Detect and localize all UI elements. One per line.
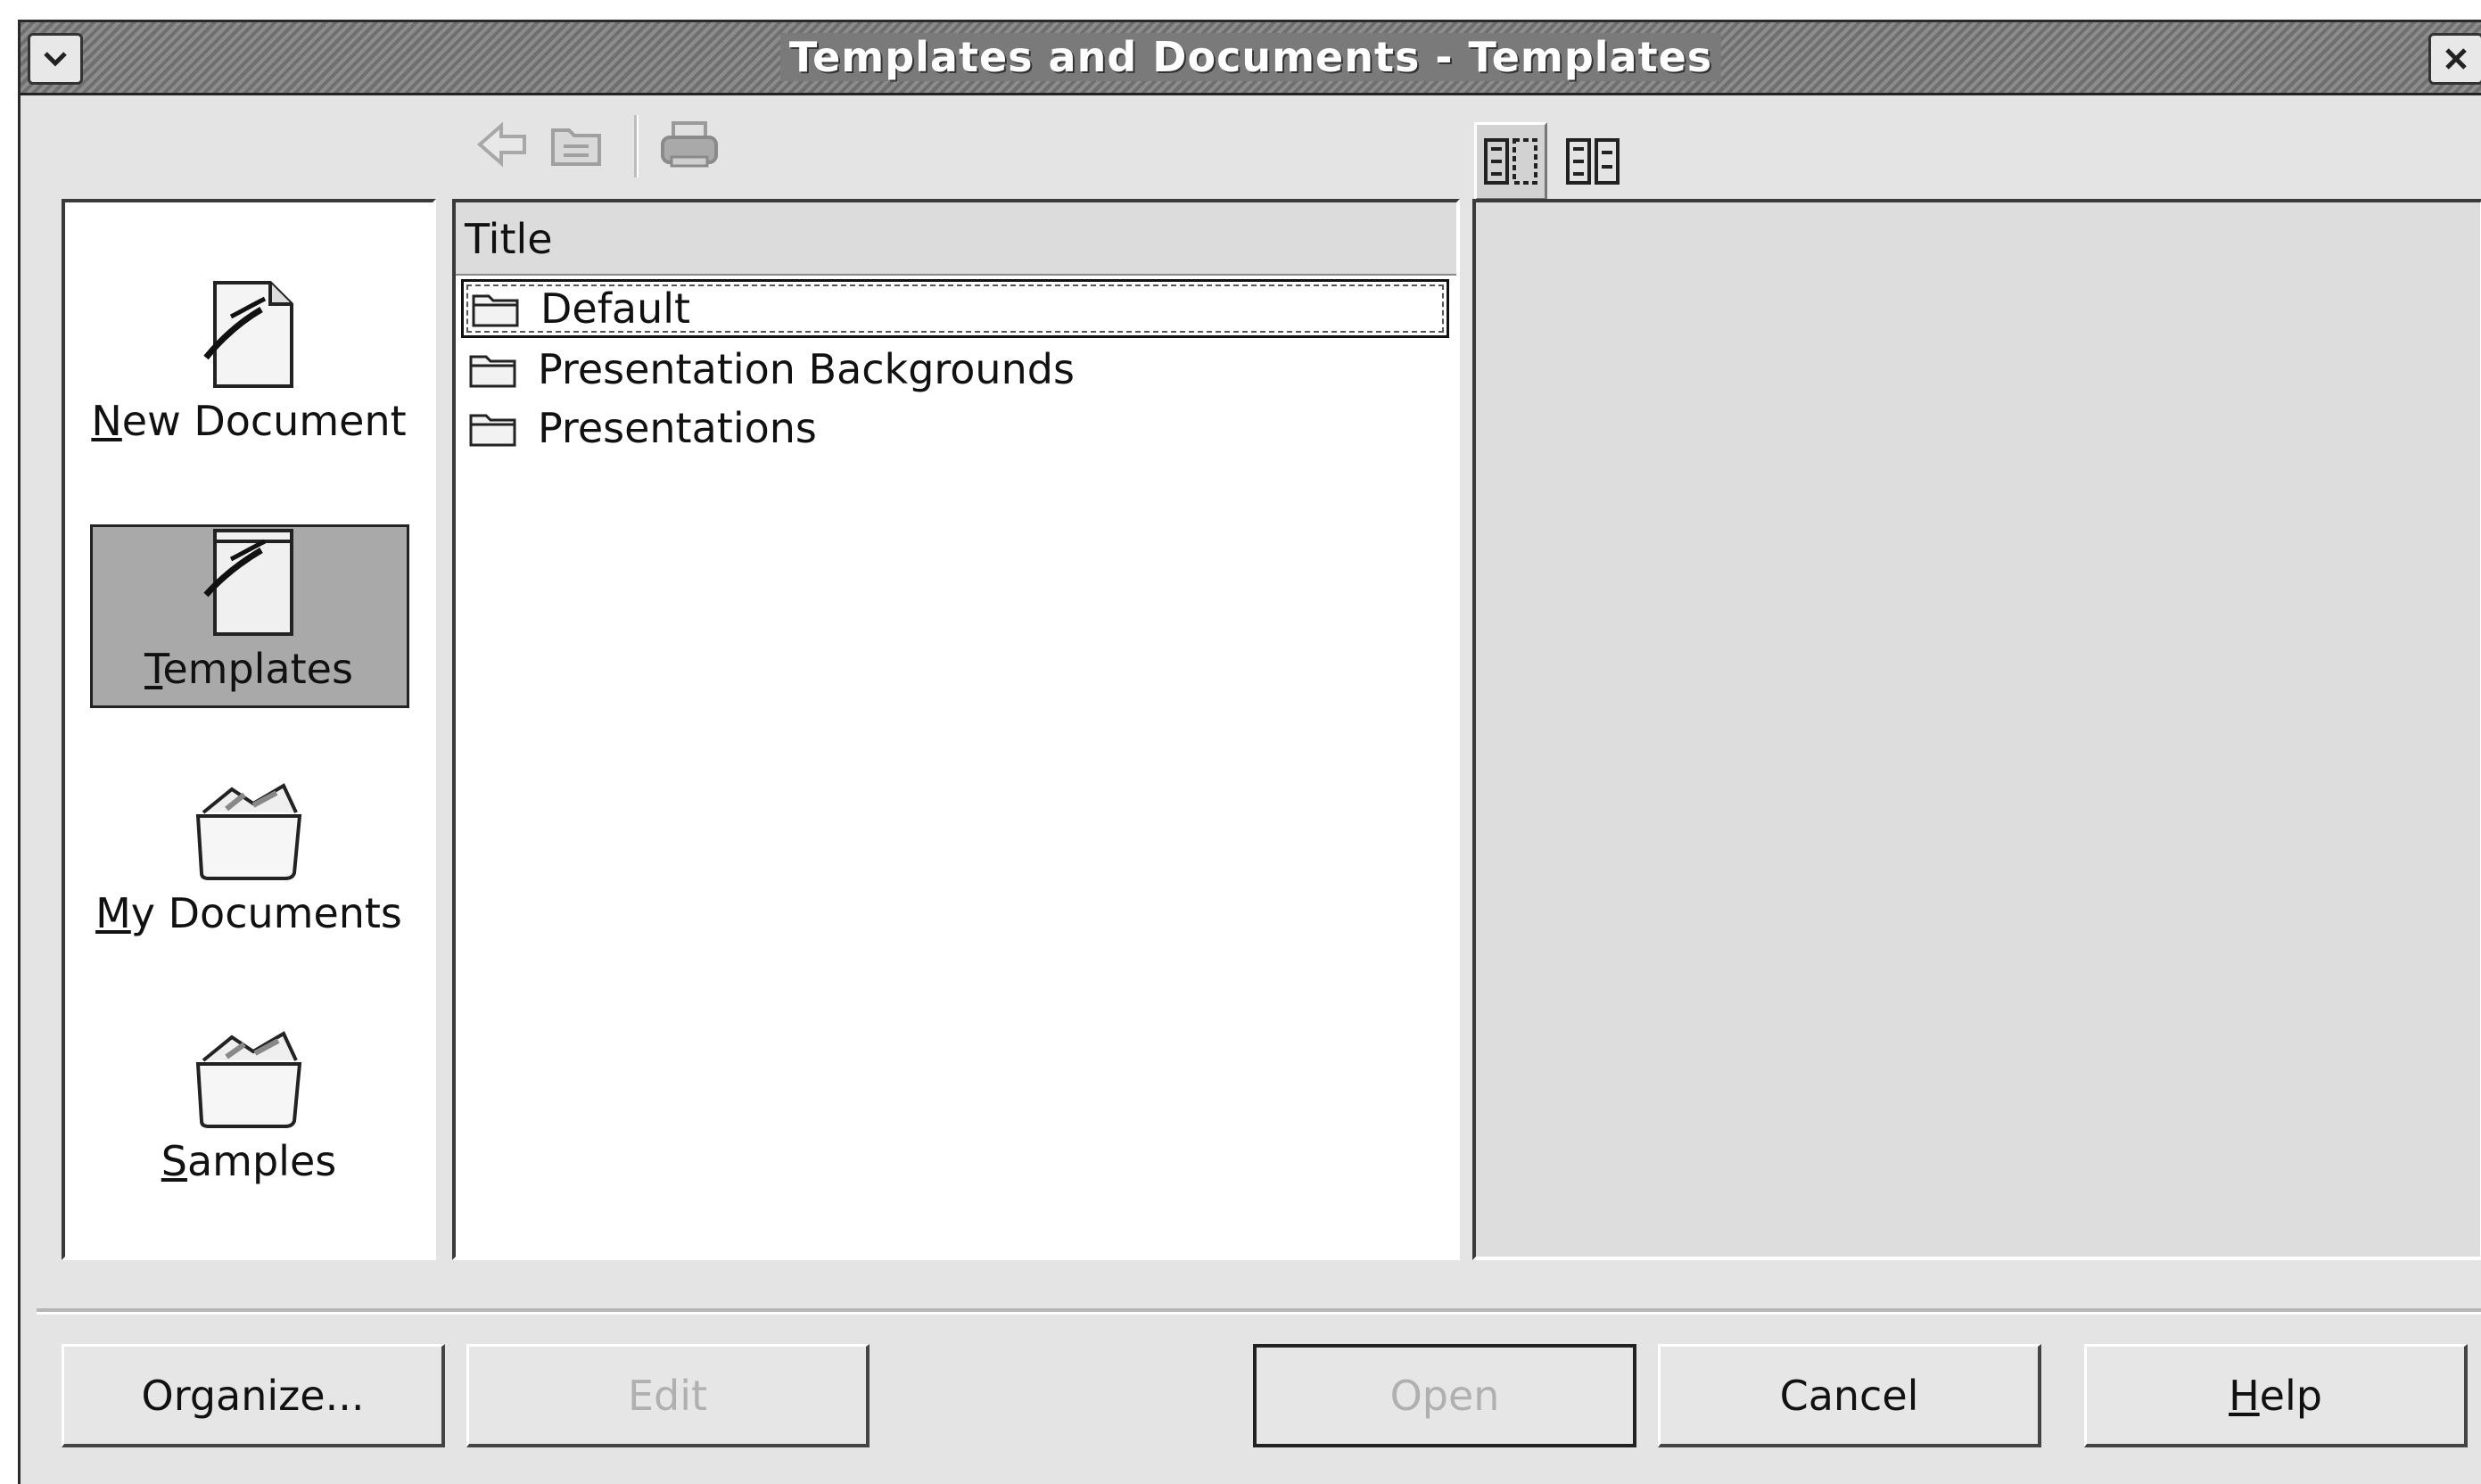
nav-item-label: Templates <box>144 645 353 693</box>
category-nav: New Document Templates My Documents Samp… <box>62 199 436 1260</box>
nav-item-samples[interactable]: Samples <box>65 1021 433 1185</box>
nav-item-templates[interactable]: Templates <box>65 524 433 693</box>
print-button[interactable] <box>655 117 723 172</box>
document-preview-icon <box>1484 138 1537 185</box>
nav-item-new-document[interactable]: New Document <box>65 276 433 445</box>
preview-pane <box>1472 199 2481 1260</box>
help-label: H <box>2229 1371 2260 1420</box>
view-document-properties-button[interactable] <box>1556 122 1629 201</box>
toolbar-separator <box>634 115 639 177</box>
cancel-button[interactable]: Cancel <box>1658 1344 2041 1447</box>
close-icon <box>2445 48 2467 70</box>
print-icon <box>661 121 718 168</box>
help-button[interactable]: Help <box>2084 1344 2468 1447</box>
list-item[interactable]: Default <box>461 279 1449 338</box>
list-item-label: Presentation Backgrounds <box>538 345 1075 393</box>
document-properties-icon <box>1566 138 1620 185</box>
dialog-window: Templates and Documents - Templates New … <box>18 20 2481 1484</box>
nav-item-label: My Documents <box>95 889 402 937</box>
up-one-level-button[interactable] <box>545 117 607 172</box>
my-documents-icon <box>195 783 302 880</box>
nav-item-label: Samples <box>161 1137 337 1185</box>
nav-item-my-documents[interactable]: My Documents <box>65 773 433 937</box>
nav-item-label: New Document <box>91 397 407 445</box>
title-bar[interactable]: Templates and Documents - Templates <box>21 22 2481 95</box>
organize-button[interactable]: Organize... <box>62 1344 445 1447</box>
list-item[interactable]: Presentations <box>461 399 1449 458</box>
back-button[interactable] <box>471 117 533 172</box>
close-button[interactable] <box>2428 33 2481 85</box>
templates-icon <box>203 529 293 636</box>
folder-icon <box>469 355 516 388</box>
list-item-label: Default <box>540 284 691 333</box>
folder-icon <box>469 414 516 447</box>
template-list: Title Default Presentation Backgrounds P… <box>452 199 1460 1260</box>
view-document-preview-button[interactable] <box>1474 122 1547 201</box>
up-folder-icon <box>551 128 601 166</box>
button-area-divider <box>37 1308 2481 1315</box>
window-title: Templates and Documents - Templates <box>21 33 2481 81</box>
column-header-title[interactable]: Title <box>456 202 1456 276</box>
back-arrow-icon <box>476 122 526 167</box>
new-document-icon <box>203 281 293 388</box>
list-item[interactable]: Presentation Backgrounds <box>461 340 1449 399</box>
open-button[interactable]: Open <box>1253 1344 1636 1447</box>
samples-icon <box>195 1031 302 1128</box>
folder-icon <box>472 294 519 327</box>
list-item-label: Presentations <box>538 404 817 452</box>
edit-button[interactable]: Edit <box>466 1344 870 1447</box>
